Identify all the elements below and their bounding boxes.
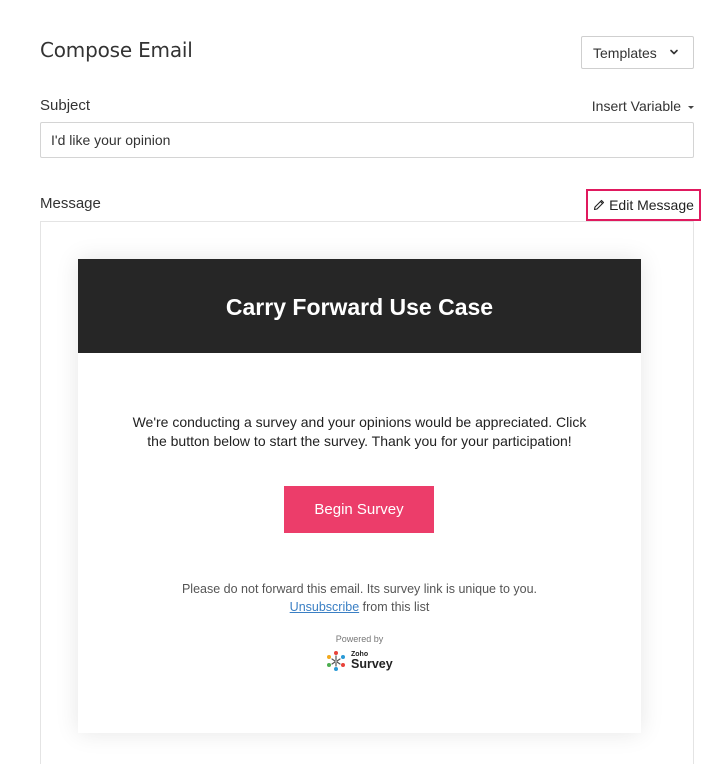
unsubscribe-link[interactable]: Unsubscribe <box>290 600 359 614</box>
insert-variable-label: Insert Variable <box>591 98 681 114</box>
edit-message-button[interactable]: Edit Message <box>586 189 701 221</box>
email-header-banner: Carry Forward Use Case <box>78 259 641 353</box>
email-header-title: Carry Forward Use Case <box>225 293 494 320</box>
unsubscribe-line: Unsubscribe from this list <box>78 598 641 616</box>
logo-survey-text: Survey <box>351 657 393 672</box>
email-footer-note: Please do not forward this email. Its su… <box>181 582 538 596</box>
email-body-text: We're conducting a survey and your opini… <box>132 414 587 449</box>
unsubscribe-suffix: from this list <box>359 600 430 614</box>
edit-message-label: Edit Message <box>609 197 694 213</box>
zoho-survey-logo: Zoho Survey <box>324 648 396 674</box>
begin-survey-button[interactable]: Begin Survey <box>284 486 434 533</box>
zoho-survey-logo-icon <box>327 651 345 671</box>
insert-variable-dropdown[interactable]: Insert Variable <box>592 98 694 114</box>
chevron-down-icon <box>670 49 678 55</box>
page-title: Compose Email <box>40 38 193 62</box>
message-label: Message <box>40 195 101 212</box>
caret-down-icon <box>688 105 694 109</box>
email-preview-card: Carry Forward Use Case We're conducting … <box>78 259 641 733</box>
templates-dropdown[interactable]: Templates <box>581 36 694 69</box>
subject-input[interactable] <box>40 122 694 158</box>
templates-label: Templates <box>593 44 657 61</box>
pencil-icon <box>594 199 605 211</box>
powered-by-label: Powered by <box>335 634 384 644</box>
subject-label: Subject <box>40 97 91 114</box>
